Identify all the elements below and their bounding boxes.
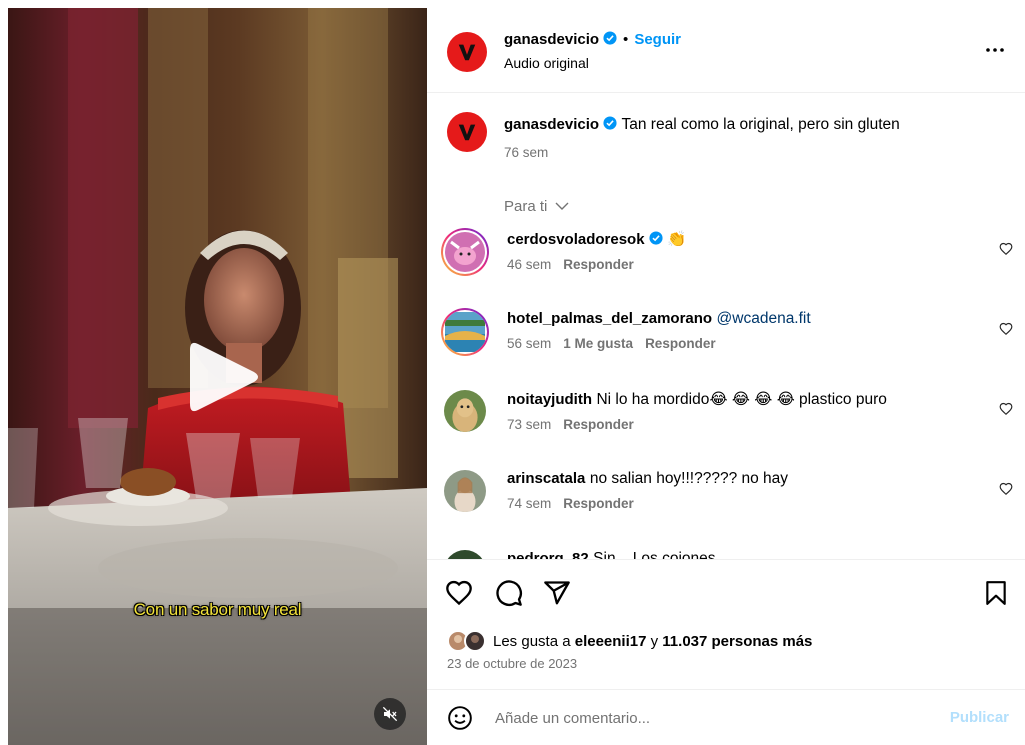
comments-list[interactable]: ganasdevicio Tan real como la original, … xyxy=(427,94,1025,559)
comment-username[interactable]: noitayjudith xyxy=(507,391,592,408)
liker-avatars xyxy=(447,630,489,652)
publish-button[interactable]: Publicar xyxy=(950,709,1009,726)
comment-filter-dropdown[interactable]: Para ti xyxy=(504,198,569,215)
share-paper-plane-icon[interactable] xyxy=(543,579,571,607)
audio-link[interactable]: Audio original xyxy=(504,55,589,71)
reply-button[interactable]: Responder xyxy=(563,417,634,432)
reel-video[interactable]: Con un sabor muy real xyxy=(8,8,427,745)
filter-label: Para ti xyxy=(504,198,548,215)
verified-badge-icon xyxy=(603,31,617,45)
reply-button[interactable]: Responder xyxy=(563,496,634,511)
post-panel: ganasdevicio • Seguir Audio original ganas… xyxy=(427,8,1025,745)
like-comment-heart-icon[interactable] xyxy=(999,322,1013,336)
avatar[interactable] xyxy=(441,228,489,276)
avatar[interactable] xyxy=(441,308,489,356)
add-comment-bar: Publicar xyxy=(427,689,1025,745)
comment-username[interactable]: hotel_palmas_del_zamorano xyxy=(507,310,712,327)
comment-text: Sin... Los cojones xyxy=(593,550,716,559)
comment-text: no salian hoy!!!????? no hay xyxy=(589,470,789,487)
like-comment-heart-icon[interactable] xyxy=(999,402,1013,416)
post-header: ganasdevicio • Seguir Audio original xyxy=(427,8,1025,93)
comment-item: arinscatala no salian hoy!!!????? no hay… xyxy=(427,468,1025,548)
comment-time: 46 sem xyxy=(507,257,552,272)
reply-button[interactable]: Responder xyxy=(563,257,634,272)
video-subtitle: Con un sabor muy real xyxy=(133,600,302,619)
avatar-image xyxy=(444,390,486,432)
chevron-down-icon xyxy=(555,202,569,210)
comment-item: cerdosvoladoresok 👏 46 sem Responder xyxy=(427,228,1025,308)
avatar-image xyxy=(444,470,486,512)
comment-time: 73 sem xyxy=(507,417,552,432)
more-options-icon[interactable] xyxy=(983,38,1007,62)
like-comment-heart-icon[interactable] xyxy=(999,482,1013,496)
likes-connector: y xyxy=(650,632,659,650)
follow-button[interactable]: Seguir xyxy=(634,31,681,48)
likes-count[interactable]: 11.037 personas más xyxy=(662,633,812,650)
comment-text: Ni lo ha mordido😂 😂 😂 😂 plastico puro xyxy=(596,391,887,408)
avatar[interactable] xyxy=(444,470,486,512)
mention-link[interactable]: @wcadena.fit xyxy=(717,310,811,327)
verified-badge-icon xyxy=(603,116,617,130)
avatar-image xyxy=(445,232,485,272)
comment-bubble-icon[interactable] xyxy=(495,579,523,607)
avatar xyxy=(464,630,486,652)
caption-text: Tan real como la original, pero sin glut… xyxy=(621,116,900,133)
caption-username[interactable]: ganasdevicio xyxy=(504,116,599,133)
like-heart-icon[interactable] xyxy=(445,579,473,607)
comment-likes[interactable]: 1 Me gusta xyxy=(563,336,633,351)
comment-item: hotel_palmas_del_zamorano @wcadena.fit 5… xyxy=(427,308,1025,388)
caption-time: 76 sem xyxy=(504,145,549,160)
comment-username[interactable]: cerdosvoladoresok xyxy=(507,231,645,248)
avatar[interactable] xyxy=(447,32,487,72)
brand-logo-icon xyxy=(458,44,476,61)
header-username[interactable]: ganasdevicio xyxy=(504,31,599,48)
likes-prefix: Les gusta a xyxy=(493,632,571,650)
avatar[interactable] xyxy=(444,550,486,559)
comment-time: 74 sem xyxy=(507,496,552,511)
reply-button[interactable]: Responder xyxy=(645,336,716,351)
emoji-smiley-icon[interactable] xyxy=(447,705,473,731)
action-bar: Les gusta a eleeenii17 y 11.037 personas… xyxy=(427,559,1025,689)
comment-item: pedrorg_82 Sin... Los cojones xyxy=(427,548,1025,559)
likes-summary: Les gusta a eleeenii17 y 11.037 personas… xyxy=(447,630,812,652)
avatar-image xyxy=(444,550,486,559)
liker-username[interactable]: eleeenii17 xyxy=(575,633,647,650)
post-date: 23 de octubre de 2023 xyxy=(447,656,578,671)
comment-input[interactable] xyxy=(495,706,915,730)
comment-username[interactable]: pedrorg_82 xyxy=(507,550,589,559)
muted-speaker-icon xyxy=(382,706,398,722)
comment-text: 👏 xyxy=(667,231,687,248)
comment-item: noitayjudith Ni lo ha mordido😂 😂 😂 😂 pla… xyxy=(427,388,1025,468)
avatar-image xyxy=(445,312,485,352)
comment-username[interactable]: arinscatala xyxy=(507,470,585,487)
brand-logo-icon xyxy=(458,124,476,141)
avatar[interactable] xyxy=(447,112,487,152)
like-comment-heart-icon[interactable] xyxy=(999,242,1013,256)
avatar[interactable] xyxy=(444,390,486,432)
comment-time: 56 sem xyxy=(507,336,552,351)
verified-badge-icon xyxy=(649,231,663,245)
mute-button[interactable] xyxy=(374,698,406,730)
play-icon[interactable] xyxy=(182,336,264,418)
save-bookmark-icon[interactable] xyxy=(983,579,1009,607)
separator-dot: • xyxy=(623,31,629,48)
